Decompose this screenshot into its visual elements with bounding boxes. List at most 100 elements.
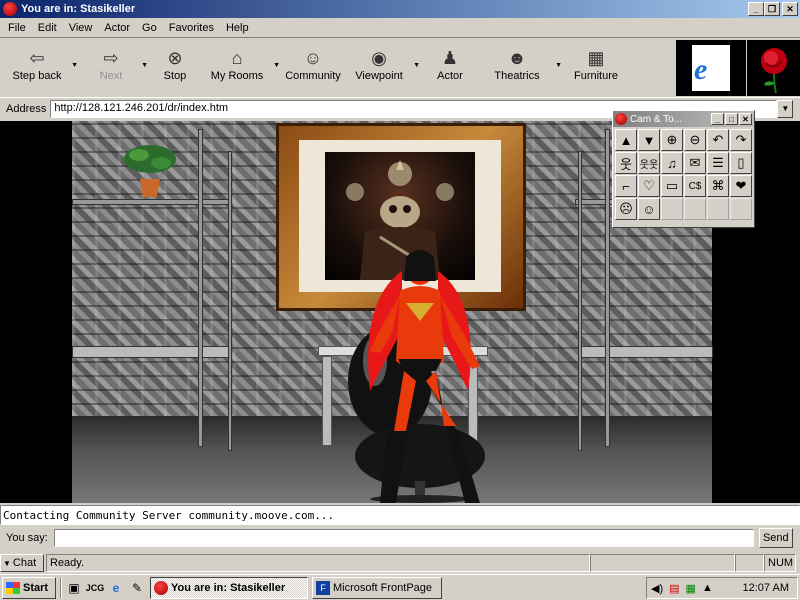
stop-button[interactable]: ⊗ Stop — [152, 40, 198, 94]
minimize-button[interactable]: _ — [748, 2, 764, 16]
menu-favorites[interactable]: Favorites — [163, 22, 220, 34]
menu-file[interactable]: File — [2, 22, 32, 34]
cam-tool-button[interactable]: ✉ — [684, 152, 706, 174]
chevron-down-icon[interactable]: ▼ — [141, 62, 148, 69]
cam-tool-button[interactable]: ⊖ — [684, 129, 706, 151]
quicklaunch-editor-icon[interactable]: ✎ — [128, 579, 146, 597]
chat-toggle-button[interactable]: ▼ Chat — [0, 554, 44, 572]
menu-go[interactable]: Go — [136, 22, 163, 34]
menu-edit[interactable]: Edit — [32, 22, 63, 34]
toolbar-label: Viewpoint — [355, 70, 403, 82]
furniture-button[interactable]: ▦ Furniture — [566, 40, 626, 94]
theater-masks-icon: ☻ — [507, 48, 527, 68]
network-icon[interactable]: ▤ — [669, 582, 679, 595]
chevron-down-icon: ▼ — [3, 558, 11, 568]
cam-minimize-button[interactable]: _ — [711, 113, 724, 125]
menu-help[interactable]: Help — [220, 22, 255, 34]
toolbar-label: Actor — [437, 70, 463, 82]
cam-tool-button[interactable]: ♡ — [638, 175, 660, 197]
cam-tool-button[interactable]: C$ — [684, 175, 706, 197]
status-bar: ▼ Chat Ready. NUM — [0, 553, 800, 573]
status-pane-2 — [590, 554, 735, 572]
system-tray: ◀) ▤ ▦ ▲ 12:07 AM — [646, 577, 798, 599]
next-button[interactable]: ⇨ Next ▼ — [82, 40, 148, 94]
cam-tool-button[interactable]: ▯ — [730, 152, 752, 174]
maximize-button[interactable]: ❐ — [764, 2, 780, 16]
shelf-right-post — [578, 151, 582, 451]
cam-tool-button[interactable]: 웃웃 — [638, 152, 660, 174]
address-label: Address — [6, 102, 47, 115]
cam-tool-empty-slot — [661, 198, 683, 220]
taskbar-divider — [60, 577, 62, 598]
send-button[interactable]: Send — [758, 528, 793, 548]
cam-tool-button[interactable]: ▼ — [638, 129, 660, 151]
house-icon: ⌂ — [231, 48, 243, 68]
shelf-left-post2 — [228, 151, 232, 451]
cam-close-button[interactable]: ✕ — [739, 113, 752, 125]
back-arrow-icon: ⇦ — [29, 48, 45, 68]
community-button[interactable]: ☺ Community — [284, 40, 342, 94]
cam-tool-empty-slot — [730, 198, 752, 220]
shelf-right-bottom — [578, 346, 713, 358]
toolbar: ⇦ Step back ▼ ⇨ Next ▼ ⊗ Stop ⌂ My Rooms ▼ ☺ Communi… — [0, 40, 674, 96]
viewpoint-button[interactable]: ◉ Viewpoint ▼ — [346, 40, 420, 94]
start-button[interactable]: Start — [2, 576, 56, 599]
shelf-left-top — [72, 199, 230, 205]
cam-maximize-button[interactable]: □ — [725, 113, 738, 125]
cam-tool-button[interactable]: ⊕ — [661, 129, 683, 151]
ie-logo: e — [676, 40, 746, 96]
cam-tool-button[interactable]: ↶ — [707, 129, 729, 151]
red-winged-avatar[interactable] — [340, 241, 500, 503]
chat-row: You say: Send — [0, 527, 800, 549]
activity-icon[interactable]: ▦ — [686, 582, 696, 595]
shelf-left-bottom — [72, 346, 230, 358]
toolbar-label: My Rooms — [210, 70, 264, 82]
windows-logo-icon — [6, 581, 20, 594]
cam-tool-button[interactable]: ☹ — [615, 198, 637, 220]
address-dropdown-button[interactable]: ▼ — [777, 99, 794, 118]
cam-tool-empty-slot — [684, 198, 706, 220]
actor-button[interactable]: ♟ Actor — [424, 40, 476, 94]
task-frontpage[interactable]: F Microsoft FrontPage — [312, 576, 442, 599]
step-back-button[interactable]: ⇦ Step back ▼ — [4, 40, 78, 94]
chevron-down-icon[interactable]: ▼ — [555, 62, 562, 69]
cam-tool-button[interactable]: ⌘ — [707, 175, 729, 197]
toolbar-label: Next — [99, 70, 123, 82]
cam-tool-button[interactable]: ▭ — [661, 175, 683, 197]
you-say-label: You say: — [6, 532, 48, 544]
tray-app-icon[interactable]: ▲ — [702, 582, 713, 594]
cam-tool-button[interactable]: ↷ — [730, 129, 752, 151]
cam-tools-titlebar[interactable]: Cam & To... _ □ ✕ — [613, 111, 754, 127]
menu-actor[interactable]: Actor — [98, 22, 136, 34]
theatrics-button[interactable]: ☻ Theatrics ▼ — [480, 40, 562, 94]
cam-tools-title: Cam & To... — [630, 113, 683, 125]
my-rooms-button[interactable]: ⌂ My Rooms ▼ — [202, 40, 280, 94]
quicklaunch-ie-icon[interactable]: e — [107, 579, 125, 597]
cam-tool-button[interactable]: 웃 — [615, 152, 637, 174]
cam-tool-button[interactable]: ▲ — [615, 129, 637, 151]
menu-bar: File Edit View Actor Go Favorites Help — [0, 18, 800, 38]
quicklaunch-desktop-icon[interactable]: ▣ — [65, 579, 83, 597]
clock[interactable]: 12:07 AM — [743, 582, 797, 594]
toolbar-label: Step back — [12, 70, 62, 82]
speaker-icon[interactable]: ◀) — [651, 582, 663, 595]
title-bar[interactable]: You are in: Stasikeller _ ❐ ✕ — [0, 0, 800, 18]
close-button[interactable]: ✕ — [782, 2, 798, 16]
chat-input[interactable] — [53, 529, 754, 547]
toolbar-label: Stop — [163, 70, 187, 82]
forward-arrow-icon: ⇨ — [103, 48, 119, 68]
cam-tool-button[interactable]: ☺ — [638, 198, 660, 220]
chevron-down-icon[interactable]: ▼ — [273, 62, 280, 69]
cam-tool-button[interactable]: ♫ — [661, 152, 683, 174]
cam-tool-button[interactable]: ⌐ — [615, 175, 637, 197]
cam-tool-button[interactable]: ❤ — [730, 175, 752, 197]
quicklaunch-jcg-icon[interactable]: JCG — [86, 579, 105, 597]
community-icon: ☺ — [303, 48, 323, 68]
cam-tools-panel[interactable]: Cam & To... _ □ ✕ ▲ ▼ ⊕ ⊖ ↶ ↷ 웃 웃웃 ♫ ✉ ☰ ▯ ⌐ ♡ ▭ C$ ⌘ ❤ ☹ ☺ — [612, 110, 755, 228]
chevron-down-icon[interactable]: ▼ — [71, 62, 78, 69]
menu-view[interactable]: View — [63, 22, 99, 34]
chevron-down-icon[interactable]: ▼ — [413, 62, 420, 69]
server-log: Contacting Community Server community.mo… — [0, 505, 800, 525]
cam-tool-button[interactable]: ☰ — [707, 152, 729, 174]
task-stasikeller[interactable]: You are in: Stasikeller — [150, 576, 308, 599]
